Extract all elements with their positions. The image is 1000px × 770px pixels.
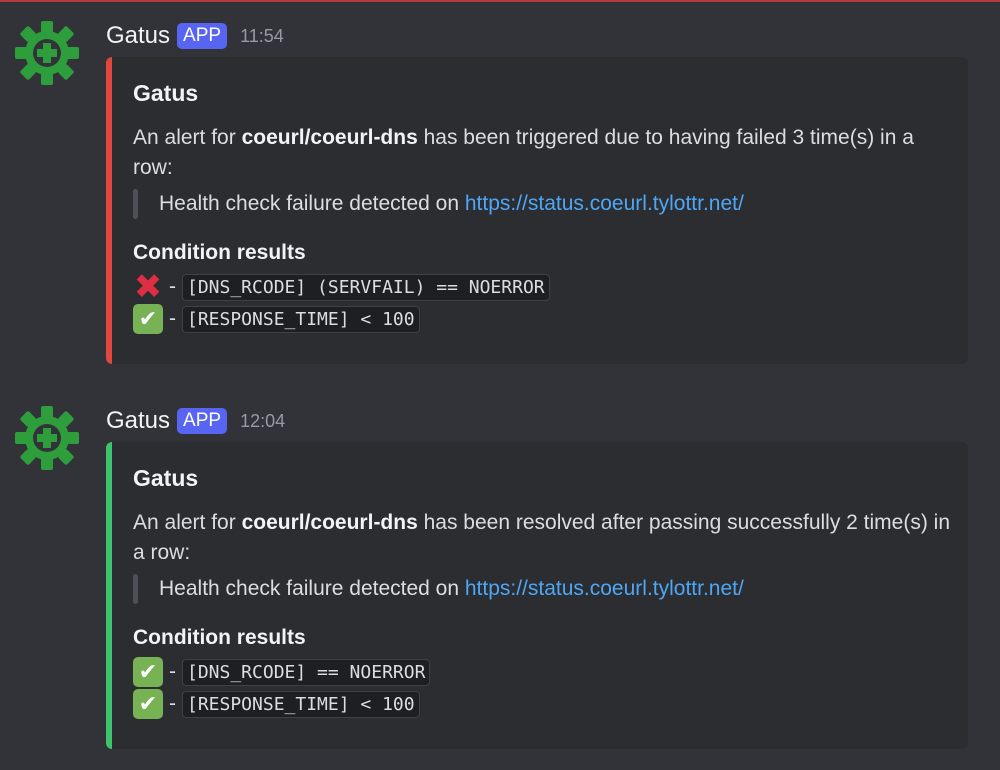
condition-code: [RESPONSE_TIME] < 100 (182, 690, 420, 718)
condition-row: ✖ - [DNS_RCODE] (SERVFAIL) == NOERROR (133, 268, 550, 306)
quote-prefix: Health check failure detected on (159, 192, 465, 215)
condition-dash: - (169, 660, 176, 683)
embed-color-bar (106, 57, 112, 364)
condition-dash: - (169, 307, 176, 330)
check-icon: ✔ (133, 657, 163, 687)
quote-bar (133, 574, 138, 604)
condition-code: [DNS_RCODE] (SERVFAIL) == NOERROR (182, 273, 550, 301)
condition-code: [DNS_RCODE] == NOERROR (182, 658, 431, 686)
cross-icon: ✖ (133, 268, 163, 306)
endpoint-name: coeurl/coeurl-dns (241, 511, 418, 534)
embed-color-bar (106, 442, 112, 749)
username[interactable]: Gatus (106, 22, 170, 50)
timestamp[interactable]: 11:54 (240, 26, 284, 47)
avatar[interactable] (12, 18, 82, 88)
status-link[interactable]: https://status.coeurl.tylottr.net/ (465, 577, 744, 600)
quote-bar (133, 189, 138, 219)
quote-text: Health check failure detected on https:/… (159, 192, 744, 216)
app-badge: APP (177, 408, 228, 434)
endpoint-name: coeurl/coeurl-dns (241, 126, 418, 149)
condition-row: ✔ - [RESPONSE_TIME] < 100 (133, 689, 420, 719)
message-header: Gatus APP 12:04 (106, 405, 285, 437)
blockquote: Health check failure detected on https:/… (133, 574, 744, 604)
timestamp[interactable]: 12:04 (240, 411, 285, 432)
app-badge: APP (177, 23, 228, 49)
embed: Gatus An alert for coeurl/coeurl-dns has… (106, 57, 968, 364)
gear-plus-icon (15, 406, 79, 470)
avatar[interactable] (12, 403, 82, 473)
condition-row: ✔ - [DNS_RCODE] == NOERROR (133, 657, 431, 687)
username[interactable]: Gatus (106, 407, 170, 435)
desc-text: An alert for (133, 511, 242, 534)
top-divider (0, 0, 1000, 2)
condition-dash: - (169, 275, 176, 298)
check-icon: ✔ (133, 304, 163, 334)
conditions-title: Condition results (133, 626, 306, 649)
quote-text: Health check failure detected on https:/… (159, 577, 744, 601)
embed-description: An alert for coeurl/coeurl-dns has been … (133, 508, 953, 568)
conditions-title: Condition results (133, 241, 306, 264)
embed-title: Gatus (133, 465, 199, 491)
embed-description: An alert for coeurl/coeurl-dns has been … (133, 123, 953, 183)
gear-plus-icon (15, 21, 79, 85)
status-link[interactable]: https://status.coeurl.tylottr.net/ (465, 192, 744, 215)
embed: Gatus An alert for coeurl/coeurl-dns has… (106, 442, 968, 749)
message-header: Gatus APP 11:54 (106, 20, 284, 52)
quote-prefix: Health check failure detected on (159, 577, 465, 600)
blockquote: Health check failure detected on https:/… (133, 189, 744, 219)
condition-code: [RESPONSE_TIME] < 100 (182, 305, 420, 333)
condition-row: ✔ - [RESPONSE_TIME] < 100 (133, 304, 420, 334)
check-icon: ✔ (133, 689, 163, 719)
embed-title: Gatus (133, 80, 199, 106)
desc-text: An alert for (133, 126, 242, 149)
condition-dash: - (169, 692, 176, 715)
